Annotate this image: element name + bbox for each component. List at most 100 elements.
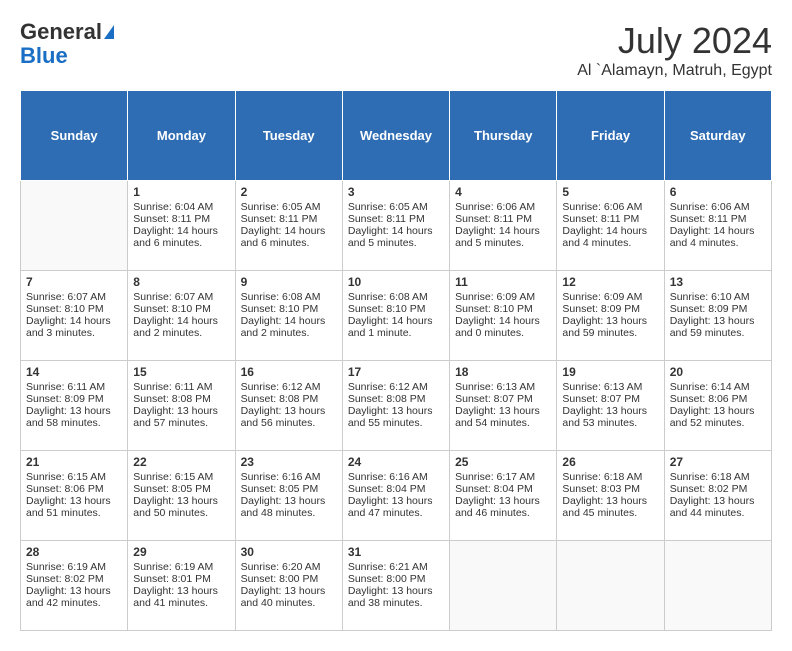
day-info-line: Sunrise: 6:13 AM	[455, 381, 551, 393]
calendar-cell	[557, 541, 664, 631]
day-number: 18	[455, 365, 551, 379]
day-number: 22	[133, 455, 229, 469]
day-number: 8	[133, 275, 229, 289]
day-info-line: and 41 minutes.	[133, 597, 229, 609]
day-info-line: Sunrise: 6:13 AM	[562, 381, 658, 393]
day-info-line: Sunset: 8:08 PM	[133, 393, 229, 405]
day-header-saturday: Saturday	[664, 91, 771, 181]
day-number: 25	[455, 455, 551, 469]
page-header: General Blue July 2024 Al `Alamayn, Matr…	[20, 20, 772, 80]
day-info-line: and 4 minutes.	[562, 237, 658, 249]
day-info-line: Daylight: 13 hours	[455, 405, 551, 417]
day-info-line: Sunrise: 6:09 AM	[455, 291, 551, 303]
day-number: 6	[670, 185, 766, 199]
location: Al `Alamayn, Matruh, Egypt	[577, 62, 772, 80]
day-info-line: and 38 minutes.	[348, 597, 444, 609]
day-info-line: and 40 minutes.	[241, 597, 337, 609]
day-info-line: Sunrise: 6:08 AM	[241, 291, 337, 303]
day-info-line: Daylight: 13 hours	[562, 315, 658, 327]
day-info-line: and 5 minutes.	[348, 237, 444, 249]
day-info-line: Sunrise: 6:12 AM	[348, 381, 444, 393]
day-number: 20	[670, 365, 766, 379]
day-info-line: Daylight: 13 hours	[455, 495, 551, 507]
day-info-line: Daylight: 13 hours	[26, 405, 122, 417]
day-info-line: and 53 minutes.	[562, 417, 658, 429]
day-info-line: Sunset: 8:10 PM	[348, 303, 444, 315]
calendar-cell: 28Sunrise: 6:19 AMSunset: 8:02 PMDayligh…	[21, 541, 128, 631]
month-title: July 2024	[577, 20, 772, 62]
week-row-5: 28Sunrise: 6:19 AMSunset: 8:02 PMDayligh…	[21, 541, 772, 631]
day-info-line: Daylight: 13 hours	[670, 495, 766, 507]
day-info-line: and 6 minutes.	[241, 237, 337, 249]
day-info-line: Sunset: 8:04 PM	[455, 483, 551, 495]
day-info-line: Sunset: 8:11 PM	[670, 213, 766, 225]
day-info-line: Daylight: 14 hours	[348, 225, 444, 237]
day-info-line: Sunset: 8:09 PM	[670, 303, 766, 315]
day-info-line: Sunrise: 6:19 AM	[26, 561, 122, 573]
day-info-line: Daylight: 13 hours	[348, 495, 444, 507]
day-info-line: Daylight: 13 hours	[133, 405, 229, 417]
day-number: 15	[133, 365, 229, 379]
day-info-line: Sunrise: 6:18 AM	[562, 471, 658, 483]
day-info-line: Sunrise: 6:12 AM	[241, 381, 337, 393]
calendar-cell: 31Sunrise: 6:21 AMSunset: 8:00 PMDayligh…	[342, 541, 449, 631]
day-info-line: Sunset: 8:04 PM	[348, 483, 444, 495]
day-info-line: and 42 minutes.	[26, 597, 122, 609]
calendar-cell	[450, 541, 557, 631]
day-info-line: Sunrise: 6:07 AM	[26, 291, 122, 303]
day-info-line: Sunset: 8:02 PM	[26, 573, 122, 585]
day-info-line: and 52 minutes.	[670, 417, 766, 429]
calendar-cell: 23Sunrise: 6:16 AMSunset: 8:05 PMDayligh…	[235, 451, 342, 541]
day-info-line: Sunrise: 6:04 AM	[133, 201, 229, 213]
day-info-line: Sunset: 8:11 PM	[455, 213, 551, 225]
day-header-thursday: Thursday	[450, 91, 557, 181]
day-info-line: and 5 minutes.	[455, 237, 551, 249]
day-info-line: Sunset: 8:10 PM	[241, 303, 337, 315]
day-info-line: Sunset: 8:07 PM	[455, 393, 551, 405]
calendar-cell: 15Sunrise: 6:11 AMSunset: 8:08 PMDayligh…	[128, 361, 235, 451]
day-info-line: Sunrise: 6:08 AM	[348, 291, 444, 303]
day-info-line: Sunset: 8:11 PM	[562, 213, 658, 225]
calendar-cell: 22Sunrise: 6:15 AMSunset: 8:05 PMDayligh…	[128, 451, 235, 541]
day-info-line: Daylight: 14 hours	[455, 315, 551, 327]
calendar-cell: 2Sunrise: 6:05 AMSunset: 8:11 PMDaylight…	[235, 181, 342, 271]
day-info-line: Sunset: 8:00 PM	[348, 573, 444, 585]
week-row-2: 7 Sunrise: 6:07 AM Sunset: 8:10 PM Daylight…	[21, 271, 772, 361]
calendar-cell: 29Sunrise: 6:19 AMSunset: 8:01 PMDayligh…	[128, 541, 235, 631]
calendar-cell: 30Sunrise: 6:20 AMSunset: 8:00 PMDayligh…	[235, 541, 342, 631]
day-info-line: Sunrise: 6:19 AM	[133, 561, 229, 573]
day-number: 19	[562, 365, 658, 379]
day-header-tuesday: Tuesday	[235, 91, 342, 181]
day-info-line: Daylight: 13 hours	[241, 405, 337, 417]
day-info-line: and 59 minutes.	[670, 327, 766, 339]
calendar-cell: 7Sunrise: 6:07 AMSunset: 8:10 PMDaylight…	[21, 271, 128, 361]
day-number: 17	[348, 365, 444, 379]
calendar-cell: 4Sunrise: 6:06 AMSunset: 8:11 PMDaylight…	[450, 181, 557, 271]
day-info-line: Daylight: 13 hours	[133, 495, 229, 507]
calendar-body: 1Sunrise: 6:04 AMSunset: 8:11 PMDaylight…	[21, 181, 772, 631]
day-info-line: and 45 minutes.	[562, 507, 658, 519]
calendar-cell: 18 Sunrise: 6:13 AMSunset: 8:07 PMDayligh…	[450, 361, 557, 451]
calendar-cell: 27Sunrise: 6:18 AMSunset: 8:02 PMDayligh…	[664, 451, 771, 541]
day-info-line: Sunset: 8:06 PM	[670, 393, 766, 405]
day-info-line: Sunset: 8:11 PM	[133, 213, 229, 225]
calendar-cell: 21Sunrise: 6:15 AMSunset: 8:06 PMDayligh…	[21, 451, 128, 541]
day-info-line: Sunset: 8:11 PM	[241, 213, 337, 225]
day-info-line: and 46 minutes.	[455, 507, 551, 519]
calendar-cell: 20Sunrise: 6:14 AMSunset: 8:06 PMDayligh…	[664, 361, 771, 451]
day-number: 14	[26, 365, 122, 379]
calendar-cell: 13Sunrise: 6:10 AMSunset: 8:09 PMDayligh…	[664, 271, 771, 361]
day-info-line: Daylight: 14 hours	[133, 315, 229, 327]
day-number: 7	[26, 275, 122, 289]
day-info-line: Sunset: 8:08 PM	[348, 393, 444, 405]
day-number: 4	[455, 185, 551, 199]
day-number: 12	[562, 275, 658, 289]
calendar-cell: 19Sunrise: 6:13 AMSunset: 8:07 PMDayligh…	[557, 361, 664, 451]
day-number: 21	[26, 455, 122, 469]
day-info-line: and 59 minutes.	[562, 327, 658, 339]
day-info-line: Daylight: 13 hours	[26, 585, 122, 597]
day-info-line: Daylight: 14 hours	[670, 225, 766, 237]
day-number: 5	[562, 185, 658, 199]
day-number: 29	[133, 545, 229, 559]
day-number: 24	[348, 455, 444, 469]
